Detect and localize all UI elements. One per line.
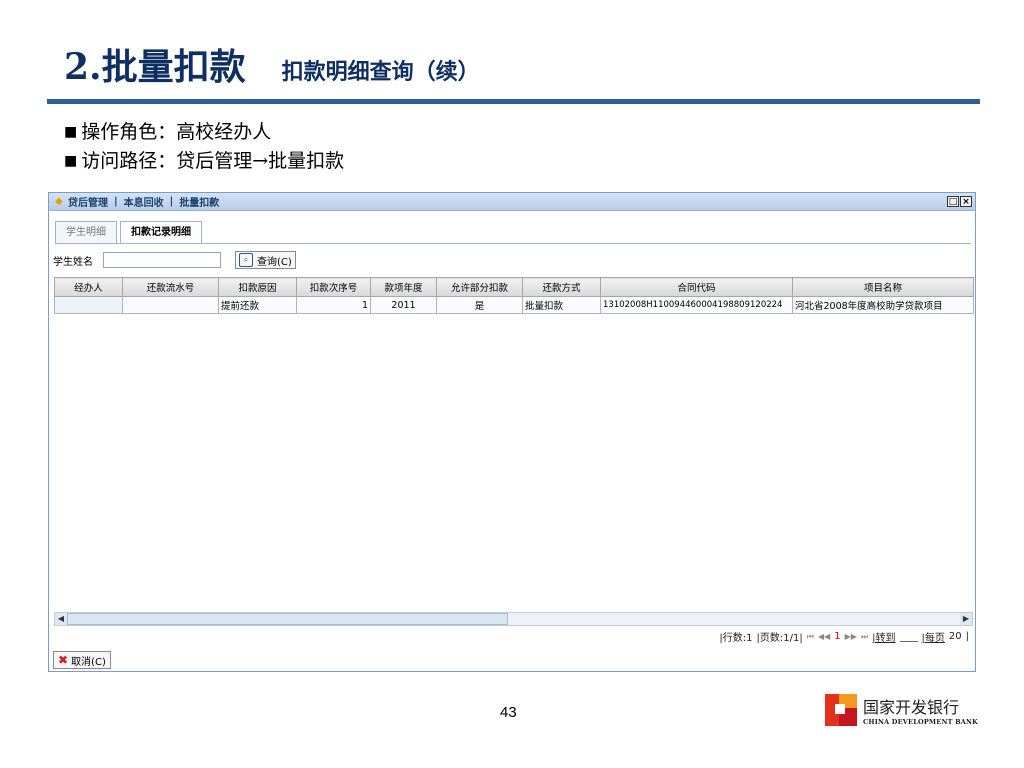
goto-input[interactable] xyxy=(899,631,918,642)
bank-logo: 国家开发银行 CHINA DEVELOPMENT BANK xyxy=(825,694,978,726)
per-page-label: |每页 xyxy=(921,633,945,644)
row-count: |行数:1 xyxy=(719,633,753,644)
cell-partial-allowed: 是 xyxy=(436,296,523,314)
student-name-input[interactable] xyxy=(103,252,221,268)
column-header[interactable]: 还款流水号 xyxy=(122,277,219,297)
restore-button[interactable]: □ xyxy=(947,196,959,207)
student-name-label: 学生姓名 xyxy=(53,256,93,268)
query-button[interactable]: ⌕ 查询(C) xyxy=(235,251,296,269)
bullet-item: ■ 操作角色：高校经办人 xyxy=(64,118,344,147)
bullet-item: ■ 访问路径：贷后管理→批量扣款 xyxy=(64,147,344,176)
scroll-right-icon[interactable]: ▶ xyxy=(960,613,972,625)
goto-link[interactable]: |转到 xyxy=(872,629,895,644)
last-page-icon[interactable]: ⏭ xyxy=(861,632,868,642)
logo-name-en: CHINA DEVELOPMENT BANK xyxy=(863,718,979,726)
breadcrumb-separator: | xyxy=(169,196,174,207)
diamond-icon: ◆ xyxy=(55,196,63,207)
column-header[interactable]: 允许部分扣款 xyxy=(436,277,523,297)
cell-contract-code: 13102008H1100944600041988091202​24 xyxy=(600,296,793,314)
bank-logo-mark-icon xyxy=(825,694,857,726)
cell-sequence: 1 xyxy=(296,296,371,314)
bullet-text: 访问路径：贷后管理→批量扣款 xyxy=(81,150,345,172)
breadcrumb-item[interactable]: 贷后管理 xyxy=(68,194,108,209)
cell-project-name: 河北省2008年度高校助学贷款项目 xyxy=(792,296,974,314)
horizontal-scrollbar[interactable]: ◀ ▶ xyxy=(54,612,973,626)
scrollbar-thumb[interactable] xyxy=(67,613,508,625)
column-header[interactable]: 经办人 xyxy=(54,277,123,297)
tab-divider xyxy=(55,243,971,244)
query-button-label: 查询(C) xyxy=(257,256,292,268)
pager-end: | xyxy=(965,631,969,642)
title-rule xyxy=(47,99,980,104)
tab-bar: 学生明细 扣款记录明细 xyxy=(55,221,205,244)
column-header[interactable]: 款项年度 xyxy=(370,277,437,297)
page-count: |页数:1/1| xyxy=(756,633,803,644)
bullet-square-icon: ■ xyxy=(64,153,78,169)
cell-reason: 提前还款 xyxy=(218,296,297,314)
title-sub: 扣款明细查询（续） xyxy=(281,59,480,85)
logo-name-cn: 国家开发银行 xyxy=(863,698,960,717)
close-button[interactable]: × xyxy=(960,196,972,207)
cell-serial-no xyxy=(122,296,219,314)
scroll-left-icon[interactable]: ◀ xyxy=(55,613,67,625)
window-controls: □ × xyxy=(947,196,972,207)
per-page-value[interactable]: 20 xyxy=(949,631,962,642)
table-header-row: 经办人 还款流水号 扣款原因 扣款次序号 款项年度 允许部分扣款 还款方式 合同… xyxy=(54,277,974,297)
window-titlebar: ◆ 贷后管理 | 本息回收 | 批量扣款 □ × xyxy=(49,193,975,211)
prev-page-icon[interactable]: ◀◀ xyxy=(818,632,830,641)
slide-title: 2.批量扣款 扣款明细查询（续） xyxy=(64,38,480,88)
bullet-list: ■ 操作角色：高校经办人 ■ 访问路径：贷后管理→批量扣款 xyxy=(64,118,344,176)
tab-student-detail[interactable]: 学生明细 xyxy=(55,221,117,243)
column-header[interactable]: 还款方式 xyxy=(522,277,601,297)
column-header[interactable]: 合同代码 xyxy=(600,277,793,297)
pager: |行数:1 |页数:1/1| ⏮ ◀◀ 1 ▶▶ ⏭ |转到 |每页 20 | xyxy=(719,629,969,644)
cancel-button[interactable]: ✖ 取消(C) xyxy=(53,651,111,669)
first-page-icon[interactable]: ⏮ xyxy=(807,632,814,642)
bullet-square-icon: ■ xyxy=(64,124,78,140)
cell-year: 2011 xyxy=(370,296,437,314)
breadcrumb-separator: | xyxy=(114,196,118,207)
tab-deduction-records[interactable]: 扣款记录明细 xyxy=(120,221,202,244)
close-icon: ✖ xyxy=(58,653,69,667)
breadcrumb-item[interactable]: 本息回收 xyxy=(124,194,164,209)
column-header[interactable]: 扣款次序号 xyxy=(296,277,371,297)
column-header[interactable]: 扣款原因 xyxy=(218,277,297,297)
cancel-button-label: 取消(C) xyxy=(71,656,106,668)
bullet-text: 操作角色：高校经办人 xyxy=(81,121,272,143)
app-window: ◆ 贷后管理 | 本息回收 | 批量扣款 □ × 学生明细 扣款记录明细 学生姓… xyxy=(48,192,976,672)
next-page-icon[interactable]: ▶▶ xyxy=(845,632,857,641)
cell-repay-method: 批量扣款 xyxy=(522,296,601,314)
cell-operator xyxy=(54,296,123,314)
column-header[interactable]: 项目名称 xyxy=(792,277,974,297)
search-icon: ⌕ xyxy=(239,253,253,267)
search-row: 学生姓名 ⌕ 查询(C) xyxy=(53,251,296,269)
page-number: 43 xyxy=(500,704,517,721)
current-page[interactable]: 1 xyxy=(834,631,840,642)
deduction-table: 经办人 还款流水号 扣款原因 扣款次序号 款项年度 允许部分扣款 还款方式 合同… xyxy=(54,277,974,314)
table-row[interactable]: 提前还款 1 2011 是 批量扣款 13102008H110094460004… xyxy=(54,296,974,314)
title-main: 2.批量扣款 xyxy=(64,46,246,88)
breadcrumb-item[interactable]: 批量扣款 xyxy=(179,194,219,209)
